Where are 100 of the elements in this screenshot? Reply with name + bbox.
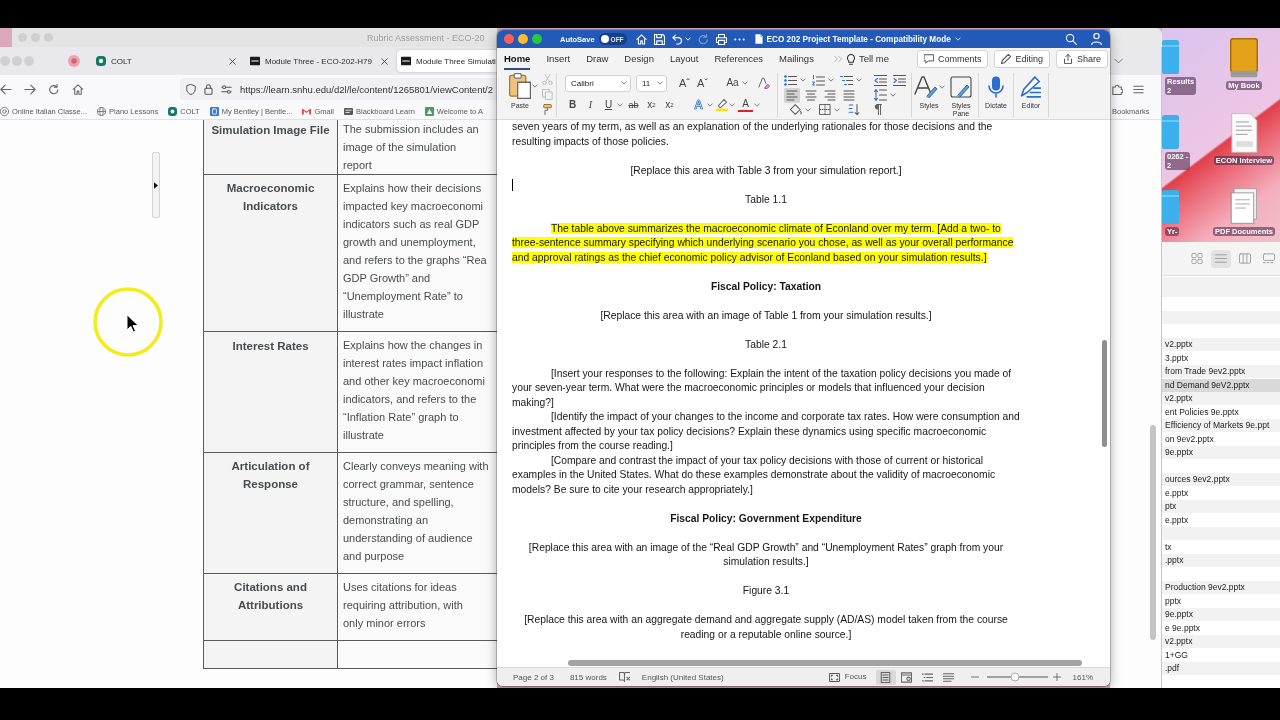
language-indicator[interactable]: English (United States) — [641, 672, 724, 682]
drive-icon[interactable] — [1230, 38, 1258, 78]
file-row[interactable]: 9e.pptx — [1162, 608, 1280, 622]
reload-icon[interactable] — [48, 83, 60, 95]
file-row[interactable]: v2.pptx — [1162, 338, 1280, 352]
forward-icon[interactable] — [24, 83, 36, 95]
shrink-font-button[interactable]: Aˇ — [695, 75, 710, 91]
ribbon-tab[interactable]: References — [714, 48, 764, 70]
caret-icon[interactable] — [805, 107, 811, 112]
font-name-field[interactable]: Calibri — [565, 74, 631, 92]
browser-tab[interactable]: Module Three - ECO-202-H79 — [246, 50, 395, 72]
lock-icon[interactable] — [204, 83, 213, 95]
menu-icon[interactable] — [1133, 84, 1144, 94]
file-row[interactable]: on 9ev2.pptx — [1162, 432, 1280, 446]
numbered-list-icon[interactable] — [812, 74, 825, 86]
floppy-disk-icon[interactable] — [653, 33, 665, 45]
permissions-icon[interactable] — [221, 84, 232, 94]
file-row[interactable]: e 9e.pptx — [1162, 621, 1280, 635]
caret-icon[interactable] — [707, 103, 713, 107]
file-row[interactable]: v2.pptx — [1162, 635, 1280, 649]
round-logo-icon[interactable] — [68, 55, 80, 67]
back-icon[interactable] — [0, 83, 12, 95]
page-scrollbar-thumb[interactable] — [1150, 425, 1156, 640]
file-row[interactable]: ources 9ev2.pptx — [1162, 473, 1280, 487]
search-icon[interactable] — [1066, 33, 1077, 45]
file-row[interactable]: 9e.pptx — [1162, 446, 1280, 460]
indent-icon[interactable] — [893, 74, 906, 86]
file-row[interactable]: Efficiency of Markets 9e.ppt — [1162, 419, 1280, 433]
close-button[interactable] — [504, 34, 514, 44]
file-row[interactable]: v2.pptx — [1162, 392, 1280, 406]
home-icon[interactable] — [72, 83, 84, 95]
comments-button[interactable]: Comments — [916, 50, 989, 68]
file-row[interactable]: 3.pptx — [1162, 351, 1280, 365]
sidebar-toggle[interactable] — [152, 152, 160, 218]
caret-icon[interactable] — [742, 81, 748, 85]
ribbon-tab[interactable]: Mailings — [779, 48, 814, 70]
share-button[interactable]: Share — [1055, 50, 1108, 68]
minimize-button[interactable] — [518, 34, 528, 44]
align-left-icon[interactable] — [784, 87, 800, 103]
grow-font-button[interactable]: Aˆ — [677, 75, 692, 91]
ribbon-tab[interactable]: Insert — [546, 48, 571, 70]
file-row[interactable]: from Trade 9ev2.pptx — [1162, 365, 1280, 379]
undo-icon[interactable] — [671, 33, 683, 45]
font-color-button[interactable]: A — [738, 98, 753, 112]
pilcrow-icon[interactable] — [872, 104, 884, 116]
multilevel-list-icon[interactable] — [840, 74, 853, 86]
tell-me-field[interactable]: Tell me — [846, 53, 889, 65]
underline-button[interactable]: U — [601, 97, 616, 113]
change-case-button[interactable]: Aa — [724, 75, 741, 91]
close-icon[interactable] — [229, 57, 236, 65]
file-row[interactable]: ent Policies 9e.pptx — [1162, 405, 1280, 419]
sort-arrow-icon[interactable] — [848, 104, 860, 116]
vertical-scrollbar-thumb[interactable] — [1101, 340, 1107, 447]
line-spacing-icon[interactable] — [874, 89, 887, 101]
zoom-button[interactable] — [532, 34, 542, 44]
paintbrush-icon[interactable] — [542, 104, 553, 115]
italic-button[interactable]: I — [583, 97, 598, 113]
person-icon[interactable] — [1091, 33, 1102, 45]
browser-tab[interactable]: COLT — [92, 50, 243, 72]
ribbon-tab[interactable]: Draw — [586, 48, 609, 70]
address-field[interactable]: https://learn.snhu.edu/d2l/le/content/1265801/viewContent/2 — [180, 78, 497, 100]
caret-icon[interactable] — [729, 103, 735, 107]
bullet-list-icon[interactable] — [784, 74, 797, 86]
close-icon[interactable] — [381, 57, 388, 65]
paint-bucket-icon[interactable] — [790, 104, 802, 116]
list-view-button[interactable] — [1211, 249, 1231, 268]
focus-button[interactable]: Focus — [828, 672, 867, 682]
caret-icon[interactable] — [890, 93, 896, 97]
book-icon[interactable] — [618, 672, 630, 682]
caret-icon[interactable] — [617, 103, 623, 107]
caret-icon[interactable] — [856, 78, 862, 83]
ribbon-tab[interactable]: Layout — [669, 48, 699, 70]
print-layout-view-button[interactable] — [875, 669, 896, 685]
file-row[interactable]: .pdf — [1162, 662, 1280, 676]
document-icon[interactable] — [1230, 113, 1258, 153]
browser-tab[interactable]: Module Three Simulati — [397, 50, 497, 72]
caret-icon[interactable] — [754, 103, 760, 107]
caret-icon[interactable] — [834, 107, 840, 112]
file-row[interactable]: ptx — [1162, 500, 1280, 514]
plus-icon[interactable] — [1052, 673, 1061, 681]
highlighter-icon[interactable] — [716, 99, 728, 111]
documents-icon[interactable] — [1230, 188, 1258, 224]
file-row[interactable]: nd Demand 9eV2.pptx — [1162, 378, 1280, 392]
file-row[interactable]: pptx — [1162, 594, 1280, 608]
file-row[interactable]: .pptx — [1162, 554, 1280, 568]
file-row[interactable]: tx — [1162, 540, 1280, 554]
bold-button[interactable]: B — [565, 97, 580, 113]
file-row[interactable]: e.pptx — [1162, 513, 1280, 527]
eraser-icon[interactable] — [758, 77, 770, 89]
ribbon-tab[interactable]: Design — [624, 48, 654, 70]
horizontal-scrollbar-thumb[interactable] — [568, 659, 1082, 666]
minus-icon[interactable] — [970, 676, 979, 678]
editing-button[interactable]: Editing — [994, 50, 1050, 68]
file-row[interactable]: Production 9ev2.pptx — [1162, 581, 1280, 595]
file-row[interactable]: e.pptx — [1162, 486, 1280, 500]
chevron-down-icon[interactable] — [1114, 58, 1123, 64]
shield-icon[interactable] — [186, 83, 196, 95]
outdent-icon[interactable] — [874, 74, 887, 86]
border-grid-icon[interactable] — [819, 104, 831, 116]
puzzle-icon[interactable] — [1112, 83, 1123, 95]
